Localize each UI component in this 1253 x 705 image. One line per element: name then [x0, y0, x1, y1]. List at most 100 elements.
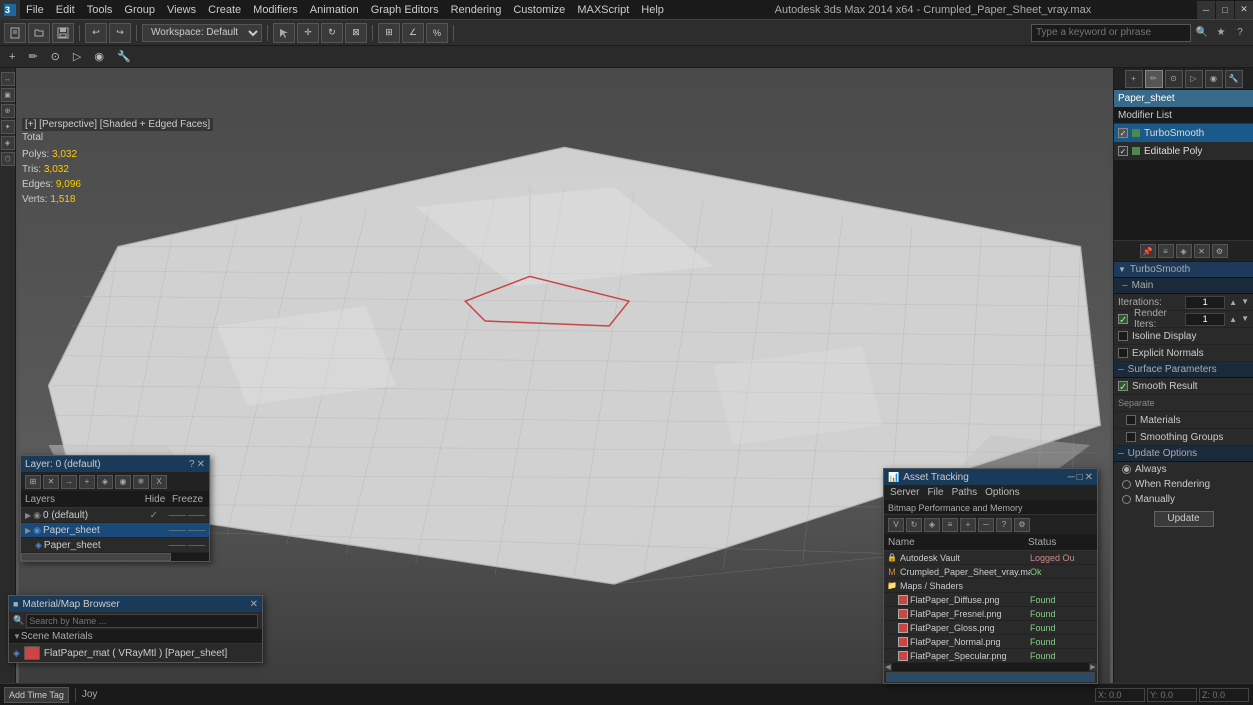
- render-iters-down-btn[interactable]: ▼: [1241, 317, 1249, 321]
- layer-panel-title[interactable]: Layer: 0 (default) ? ✕: [21, 456, 209, 472]
- make-unique-btn[interactable]: ◈: [1176, 244, 1192, 258]
- menu-views[interactable]: Views: [161, 2, 202, 18]
- modify-panel-tab[interactable]: ✏: [1145, 70, 1163, 88]
- menu-help[interactable]: Help: [635, 2, 670, 18]
- bookmark-icon[interactable]: ★: [1212, 24, 1230, 42]
- save-btn[interactable]: [52, 23, 74, 43]
- tab-hierarchy[interactable]: ⊙: [46, 49, 65, 64]
- menu-file[interactable]: File: [20, 2, 50, 18]
- asset-scroll-track[interactable]: [892, 663, 1089, 671]
- layer-select-btn[interactable]: ◈: [97, 475, 113, 489]
- modifier-turbosmooth[interactable]: ✓ TurboSmooth: [1114, 124, 1253, 142]
- help-icon[interactable]: ?: [1231, 24, 1249, 42]
- asset-row-fresnel[interactable]: FlatPaper_Fresnel.png Found: [884, 607, 1097, 621]
- asset-add-btn[interactable]: +: [960, 518, 976, 532]
- iterations-input[interactable]: [1185, 296, 1225, 309]
- when-rendering-radio[interactable]: [1122, 480, 1131, 489]
- left-tool-4[interactable]: ✦: [1, 120, 15, 134]
- explicit-normals-checkbox[interactable]: [1118, 348, 1128, 358]
- scale-btn[interactable]: ⊠: [345, 23, 367, 43]
- coord-y[interactable]: [1147, 688, 1197, 702]
- coord-z[interactable]: [1199, 688, 1249, 702]
- menu-animation[interactable]: Animation: [304, 2, 365, 18]
- manually-radio[interactable]: [1122, 495, 1131, 504]
- asset-row-maps-folder[interactable]: 📁 Maps / Shaders: [884, 579, 1097, 593]
- add-time-tag-btn[interactable]: Add Time Tag: [4, 687, 69, 703]
- materials-checkbox[interactable]: [1126, 415, 1136, 425]
- menu-rendering[interactable]: Rendering: [445, 2, 508, 18]
- layer-freeze-all-btn[interactable]: ❄: [133, 475, 149, 489]
- smooth-result-checkbox[interactable]: ✓: [1118, 381, 1128, 391]
- undo-btn[interactable]: ↩: [85, 23, 107, 43]
- layer-new-btn[interactable]: ⊞: [25, 475, 41, 489]
- isoline-checkbox[interactable]: [1118, 331, 1128, 341]
- hierarchy-panel-tab[interactable]: ⊙: [1165, 70, 1183, 88]
- asset-scroll-left-btn[interactable]: ◀: [884, 663, 892, 671]
- snap-btn[interactable]: ⊞: [378, 23, 400, 43]
- layer-panel-close[interactable]: ✕: [197, 459, 205, 470]
- redo-btn[interactable]: ↪: [109, 23, 131, 43]
- new-btn[interactable]: [4, 23, 26, 43]
- select-btn[interactable]: [273, 23, 295, 43]
- left-tool-2[interactable]: ▣: [1, 88, 15, 102]
- menu-customize[interactable]: Customize: [507, 2, 571, 18]
- left-tool-5[interactable]: ◈: [1, 136, 15, 150]
- iterations-up-btn[interactable]: ▲: [1229, 298, 1237, 307]
- display-panel-tab[interactable]: ◉: [1205, 70, 1223, 88]
- asset-row-diffuse[interactable]: FlatPaper_Diffuse.png Found: [884, 593, 1097, 607]
- material-search-input[interactable]: [26, 614, 258, 628]
- asset-row-specular[interactable]: FlatPaper_Specular.png Found: [884, 649, 1097, 663]
- configure-modifier-sets-btn[interactable]: ⚙: [1212, 244, 1228, 258]
- render-iters-up-btn[interactable]: ▲: [1229, 315, 1237, 324]
- mod-checkbox-turbosmooth[interactable]: ✓: [1118, 128, 1128, 138]
- utilities-panel-tab[interactable]: 🔧: [1225, 70, 1243, 88]
- asset-menu-file[interactable]: File: [923, 487, 947, 498]
- turbosmooth-header[interactable]: ▼ TurboSmooth: [1114, 262, 1253, 278]
- asset-vault-btn[interactable]: V: [888, 518, 904, 532]
- material-item-flatpaper[interactable]: ◈ FlatPaper_mat ( VRayMtl ) [Paper_sheet…: [9, 644, 262, 662]
- ts-main-section[interactable]: ─ Main: [1114, 278, 1253, 294]
- menu-edit[interactable]: Edit: [50, 2, 81, 18]
- tab-utilities[interactable]: 🔧: [112, 49, 136, 64]
- remove-modifier-btn[interactable]: ✕: [1194, 244, 1210, 258]
- open-btn[interactable]: [28, 23, 50, 43]
- asset-menu-paths[interactable]: Paths: [948, 487, 982, 498]
- menu-modifiers[interactable]: Modifiers: [247, 2, 304, 18]
- asset-menu-server[interactable]: Server: [886, 487, 923, 498]
- material-panel-title[interactable]: ■ Material/Map Browser ✕: [9, 596, 262, 612]
- layer-row-paper-sheet[interactable]: ▶ ◉ Paper_sheet ─── ───: [21, 523, 209, 538]
- search-input[interactable]: [1031, 24, 1191, 42]
- asset-panel-minimize[interactable]: ─: [1067, 472, 1074, 483]
- motion-panel-tab[interactable]: ▷: [1185, 70, 1203, 88]
- menu-create[interactable]: Create: [202, 2, 247, 18]
- tab-motion[interactable]: ▷: [68, 49, 86, 64]
- layer-move-to-btn[interactable]: →: [61, 475, 77, 489]
- layer-row-paper-sheet-child[interactable]: ◈ Paper_sheet ─── ───: [21, 538, 209, 553]
- asset-menu-options[interactable]: Options: [981, 487, 1023, 498]
- maximize-button[interactable]: □: [1216, 1, 1234, 19]
- asset-row-gloss[interactable]: FlatPaper_Gloss.png Found: [884, 621, 1097, 635]
- close-button[interactable]: ✕: [1235, 1, 1253, 19]
- asset-panel-title[interactable]: 📊 Asset Tracking ─ □ ✕: [884, 469, 1097, 485]
- angle-snap-btn[interactable]: ∠: [402, 23, 424, 43]
- surface-params-header[interactable]: ─ Surface Parameters: [1114, 362, 1253, 378]
- layer-scrollbar-thumb[interactable]: [21, 553, 171, 561]
- move-btn[interactable]: ✛: [297, 23, 319, 43]
- percent-snap-btn[interactable]: %: [426, 23, 448, 43]
- menu-graph-editors[interactable]: Graph Editors: [365, 2, 445, 18]
- show-end-result-btn[interactable]: ≡: [1158, 244, 1174, 258]
- update-button[interactable]: Update: [1154, 511, 1214, 527]
- rotate-btn[interactable]: ↻: [321, 23, 343, 43]
- layer-create-in-btn[interactable]: +: [79, 475, 95, 489]
- render-iters-checkbox[interactable]: ✓: [1118, 314, 1128, 324]
- pin-stack-btn[interactable]: 📌: [1140, 244, 1156, 258]
- layer-row-default[interactable]: ▶ ◉ 0 (default) ✓ ─── ───: [21, 508, 209, 523]
- asset-help-btn[interactable]: ?: [996, 518, 1012, 532]
- asset-remove-btn[interactable]: ─: [978, 518, 994, 532]
- asset-list-btn[interactable]: ≡: [942, 518, 958, 532]
- iterations-down-btn[interactable]: ▼: [1241, 300, 1249, 304]
- create-panel-tab[interactable]: +: [1125, 70, 1143, 88]
- asset-row-normal[interactable]: FlatPaper_Normal.png Found: [884, 635, 1097, 649]
- asset-row-vault[interactable]: 🔒 Autodesk Vault Logged Ou: [884, 551, 1097, 565]
- layer-scrollbar[interactable]: [21, 553, 209, 561]
